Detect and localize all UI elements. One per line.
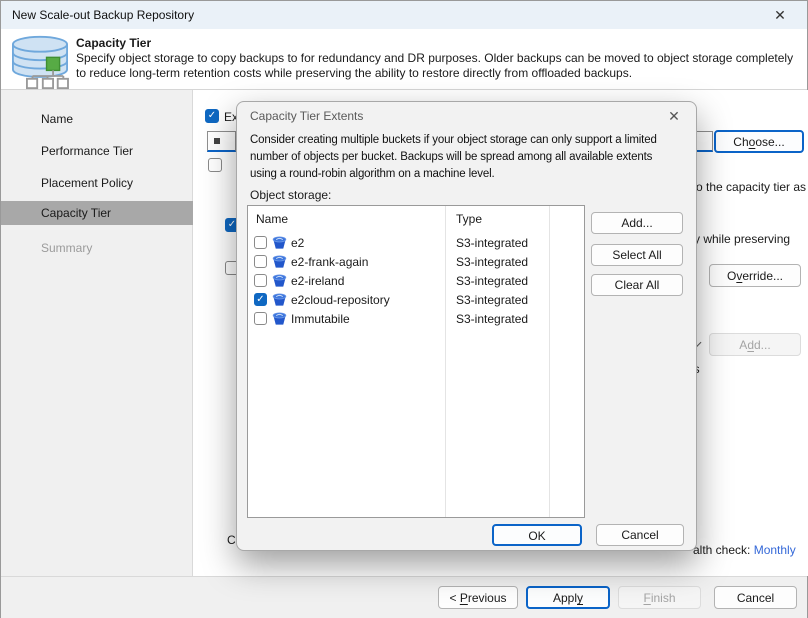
preserving-text-fragment: y while preserving bbox=[694, 232, 790, 246]
row-checkbox[interactable] bbox=[254, 274, 267, 287]
storage-name: e2 bbox=[291, 236, 304, 250]
dialog-description: Consider creating multiple buckets if yo… bbox=[250, 132, 676, 183]
row-checkbox[interactable] bbox=[254, 255, 267, 268]
row-checkbox[interactable] bbox=[254, 236, 267, 249]
object-storage-list[interactable]: Name Type e2 S3-integrated e2-frank-agai… bbox=[247, 205, 585, 518]
override-button[interactable]: Override... bbox=[709, 264, 801, 287]
choose-button[interactable]: Choose... bbox=[714, 130, 804, 153]
storage-name: e2-frank-again bbox=[291, 255, 368, 269]
wizard-footer: < Previous Apply Finish Cancel bbox=[1, 576, 807, 618]
apply-button[interactable]: Apply bbox=[526, 586, 610, 609]
object-storage-label: Object storage: bbox=[250, 188, 331, 202]
storage-type: S3-integrated bbox=[456, 274, 528, 288]
sidebar-item-placement-policy[interactable]: Placement Policy bbox=[1, 171, 193, 195]
wizard-window: New Scale-out Backup Repository ✕ bbox=[0, 0, 808, 618]
capacity-tier-extents-dialog: Capacity Tier Extents ✕ Consider creatin… bbox=[236, 101, 697, 551]
storage-type: S3-integrated bbox=[456, 312, 528, 326]
row-checkbox[interactable] bbox=[254, 293, 267, 306]
step-description: Specify object storage to copy backups t… bbox=[76, 51, 798, 81]
column-header-type[interactable]: Type bbox=[456, 212, 482, 226]
select-all-button[interactable]: Select All bbox=[591, 244, 683, 266]
sidebar-item-capacity-tier[interactable]: Capacity Tier bbox=[1, 201, 193, 225]
health-check-text: alth check: bbox=[693, 543, 754, 557]
bucket-icon bbox=[272, 274, 287, 288]
storage-name: Immutabile bbox=[291, 312, 350, 326]
storage-row-0[interactable]: e2 S3-integrated bbox=[248, 233, 584, 252]
storage-row-4[interactable]: Immutabile S3-integrated bbox=[248, 309, 584, 328]
clear-all-button[interactable]: Clear All bbox=[591, 274, 683, 296]
wizard-steps-sidebar: Name Performance Tier Placement Policy C… bbox=[1, 90, 193, 576]
sidebar-item-summary: Summary bbox=[1, 236, 193, 260]
cancel-button[interactable]: Cancel bbox=[714, 586, 797, 609]
object-storage-combobox-fragment[interactable] bbox=[207, 131, 236, 152]
add-extent-button[interactable]: Add... bbox=[591, 212, 683, 234]
wizard-header: Capacity Tier Specify object storage to … bbox=[1, 29, 807, 90]
row-checkbox[interactable] bbox=[254, 312, 267, 325]
capacity-tier-text-fragment: o the capacity tier as bbox=[696, 180, 806, 194]
storage-name: e2cloud-repository bbox=[291, 293, 390, 307]
health-check-link[interactable]: Monthly bbox=[754, 543, 796, 557]
health-check-fragment: alth check: Monthly bbox=[693, 543, 796, 557]
capacity-tier-icon bbox=[9, 34, 71, 93]
storage-row-2[interactable]: e2-ireland S3-integrated bbox=[248, 271, 584, 290]
bottom-line-fragment: C bbox=[227, 533, 236, 547]
ok-button[interactable]: OK bbox=[492, 524, 582, 546]
copy-checkbox-fragment[interactable] bbox=[208, 158, 222, 172]
sidebar-item-performance-tier[interactable]: Performance Tier bbox=[1, 139, 193, 163]
column-header-name[interactable]: Name bbox=[256, 212, 288, 226]
title-bar: New Scale-out Backup Repository bbox=[1, 1, 807, 29]
window-title: New Scale-out Backup Repository bbox=[12, 8, 194, 22]
storage-type: S3-integrated bbox=[456, 255, 528, 269]
dialog-title: Capacity Tier Extents bbox=[250, 109, 363, 123]
dialog-cancel-button[interactable]: Cancel bbox=[596, 524, 684, 546]
bucket-icon bbox=[272, 312, 287, 326]
bucket-icon bbox=[272, 236, 287, 250]
storage-type: S3-integrated bbox=[456, 236, 528, 250]
storage-name: e2-ireland bbox=[291, 274, 344, 288]
storage-row-3[interactable]: e2cloud-repository S3-integrated bbox=[248, 290, 584, 309]
step-title: Capacity Tier bbox=[76, 36, 151, 50]
extend-checkbox[interactable] bbox=[205, 109, 219, 123]
bucket-icon bbox=[272, 255, 287, 269]
finish-button: Finish bbox=[618, 586, 701, 609]
add-password-button: Add... bbox=[709, 333, 801, 356]
bucket-icon bbox=[272, 293, 287, 307]
previous-button[interactable]: < Previous bbox=[438, 586, 518, 609]
close-icon[interactable]: ✕ bbox=[771, 6, 789, 24]
storage-type: S3-integrated bbox=[456, 293, 528, 307]
storage-row-1[interactable]: e2-frank-again S3-integrated bbox=[248, 252, 584, 271]
sidebar-item-name[interactable]: Name bbox=[1, 107, 193, 131]
list-header: Name Type bbox=[248, 206, 584, 232]
dialog-close-icon[interactable]: ✕ bbox=[664, 106, 684, 126]
